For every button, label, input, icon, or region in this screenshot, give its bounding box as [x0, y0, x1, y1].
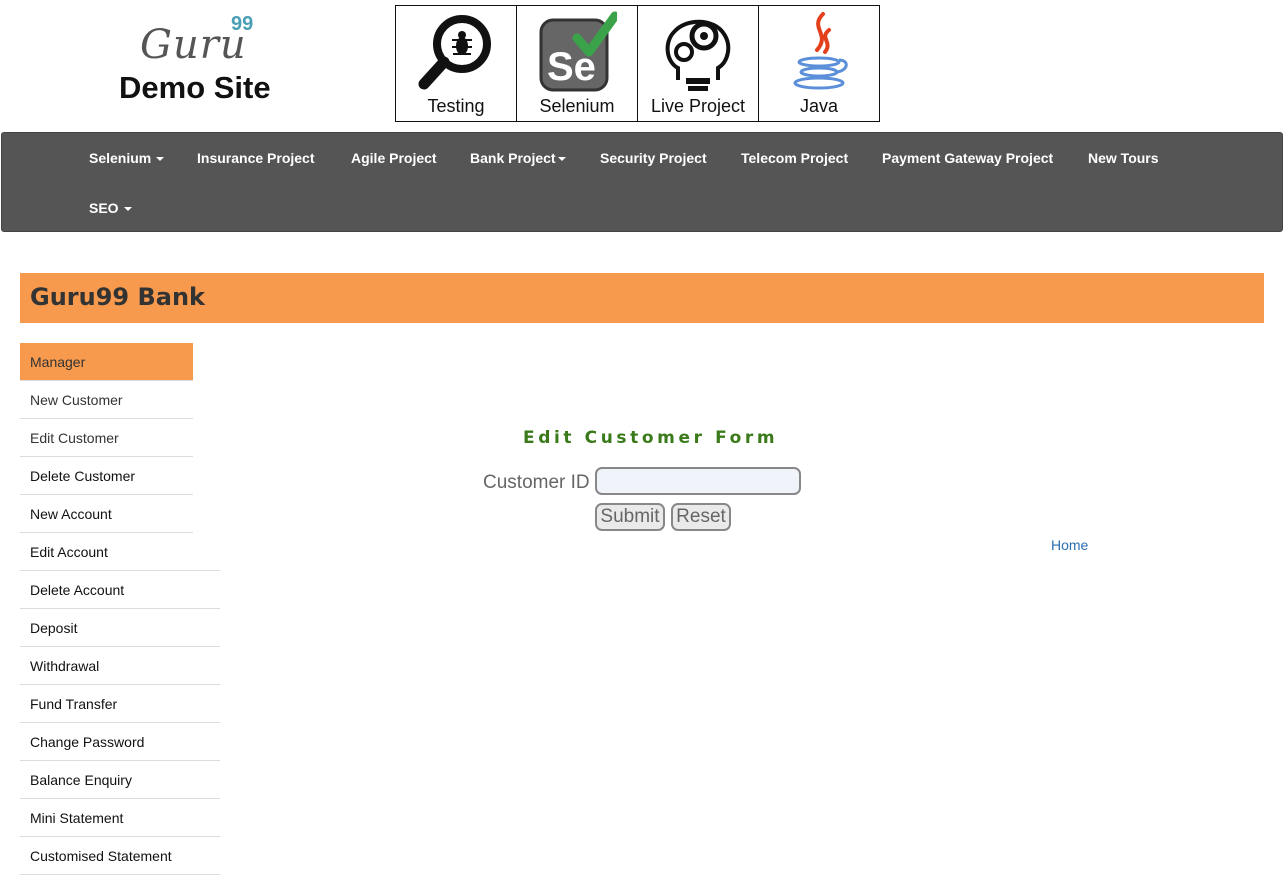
tile-testing-label: Testing	[427, 96, 485, 116]
sidebar-item-balance-enquiry[interactable]: Balance Enquiry	[20, 761, 220, 799]
magnifier-bug-icon	[418, 15, 491, 90]
submit-button[interactable]: Submit	[595, 503, 665, 531]
nav-selenium-label: Selenium	[89, 150, 152, 166]
nav-agile-project[interactable]: Agile Project	[351, 150, 437, 166]
nav-new-tours[interactable]: New Tours	[1088, 150, 1159, 166]
customer-id-label: Customer ID	[483, 472, 590, 493]
caret-down-icon	[123, 207, 132, 212]
nav-insurance-project[interactable]: Insurance Project	[197, 150, 315, 166]
nav-security-project[interactable]: Security Project	[600, 150, 707, 166]
selenium-logo-icon: Se	[539, 11, 617, 92]
logo-subtitle: Demo Site	[119, 70, 271, 105]
nav-bank-project-label: Bank Project	[470, 150, 556, 166]
site-logo[interactable]: Guru 99 Demo Site	[118, 10, 298, 110]
sidebar-item-customised-statement[interactable]: Customised Statement	[20, 837, 220, 875]
tile-java-label: Java	[799, 96, 839, 116]
tile-testing[interactable]: Testing	[396, 6, 517, 121]
tile-live-project-label: Live Project	[650, 96, 746, 116]
reset-button[interactable]: Reset	[671, 503, 731, 531]
java-logo-icon	[793, 12, 848, 90]
caret-down-icon	[557, 157, 566, 162]
sidebar-item-delete-account[interactable]: Delete Account	[20, 571, 220, 609]
sidebar-item-withdrawal[interactable]: Withdrawal	[20, 647, 220, 685]
bank-title: Guru99 Bank	[30, 283, 205, 311]
gear-head-icon	[665, 19, 731, 91]
header-tiles: Testing Se Selenium Live Project Java	[395, 5, 880, 122]
sidebar-item-manager[interactable]: Manager	[20, 343, 193, 381]
tile-live-project[interactable]: Live Project	[638, 6, 759, 121]
nav-telecom-project[interactable]: Telecom Project	[741, 150, 848, 166]
sidebar-item-new-customer[interactable]: New Customer	[20, 381, 193, 419]
logo-99-text: 99	[231, 13, 254, 35]
sidebar-item-deposit[interactable]: Deposit	[20, 609, 220, 647]
main-navbar: Selenium Insurance Project Agile Project…	[1, 132, 1283, 232]
tile-java[interactable]: Java	[759, 6, 879, 121]
customer-id-input[interactable]	[595, 467, 801, 495]
bank-header: Guru99 Bank	[20, 273, 1264, 323]
nav-seo[interactable]: SEO	[89, 200, 132, 216]
tile-selenium[interactable]: Se Selenium	[517, 6, 638, 121]
sidebar-item-edit-customer[interactable]: Edit Customer	[20, 419, 193, 457]
caret-down-icon	[156, 157, 165, 162]
nav-bank-project[interactable]: Bank Project	[470, 150, 566, 166]
form-title: Edit Customer Form	[523, 428, 779, 448]
nav-payment-gateway-project[interactable]: Payment Gateway Project	[882, 150, 1053, 166]
sidebar-item-delete-customer[interactable]: Delete Customer	[20, 457, 193, 495]
sidebar-item-edit-account[interactable]: Edit Account	[20, 533, 220, 571]
tile-selenium-label: Selenium	[539, 96, 615, 116]
nav-selenium[interactable]: Selenium	[89, 150, 165, 166]
sidebar-item-change-password[interactable]: Change Password	[20, 723, 220, 761]
sidebar-item-fund-transfer[interactable]: Fund Transfer	[20, 685, 220, 723]
sidebar-item-new-account[interactable]: New Account	[20, 495, 193, 533]
sidebar-item-mini-statement[interactable]: Mini Statement	[20, 799, 220, 837]
nav-seo-label: SEO	[89, 200, 119, 216]
home-link[interactable]: Home	[1051, 537, 1088, 553]
